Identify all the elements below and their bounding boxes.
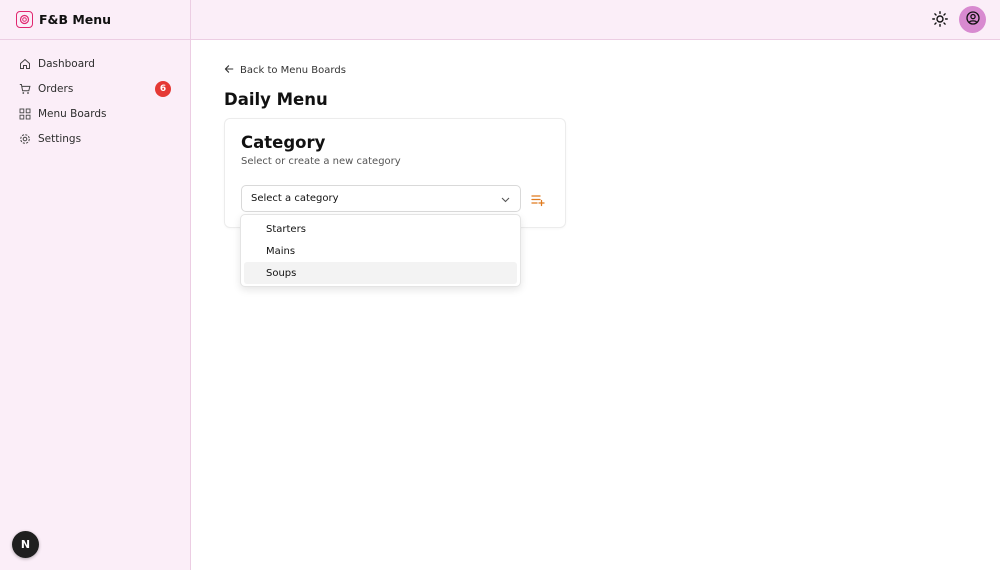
sidebar-item-label: Settings [38, 132, 82, 145]
dropdown-option-soups[interactable]: Soups [244, 262, 517, 284]
user-avatar-button[interactable] [959, 6, 986, 33]
sidebar-item-label: Menu Boards [38, 107, 107, 120]
sidebar-item-settings[interactable]: Settings [0, 126, 190, 151]
category-dropdown: Starters Mains Soups [240, 214, 521, 287]
sidebar: F&B Menu Dashboard Orders 6 Menu Boards [0, 0, 191, 570]
sidebar-item-dashboard[interactable]: Dashboard [0, 51, 190, 76]
card-subtitle: Select or create a new category [241, 156, 401, 167]
top-bar [191, 0, 1000, 40]
app-logo-icon [16, 11, 33, 28]
grid-icon [19, 108, 31, 120]
cart-icon [19, 83, 31, 95]
sidebar-item-orders[interactable]: Orders 6 [0, 76, 190, 101]
gear-icon [19, 133, 31, 145]
back-to-menu-boards-link[interactable]: Back to Menu Boards [224, 64, 346, 77]
orders-count-badge: 6 [155, 81, 171, 97]
category-card: Category Select or create a new category… [224, 118, 566, 228]
sun-icon[interactable] [931, 10, 949, 28]
dropdown-option-starters[interactable]: Starters [244, 218, 517, 240]
category-select-value: Select a category [251, 193, 339, 204]
dropdown-option-mains[interactable]: Mains [244, 240, 517, 262]
sidebar-item-menu-boards[interactable]: Menu Boards [0, 101, 190, 126]
dev-tools-button[interactable]: N [12, 531, 39, 558]
app-title: F&B Menu [39, 12, 112, 27]
sidebar-item-label: Orders [38, 82, 74, 95]
back-link-label: Back to Menu Boards [240, 65, 346, 76]
sidebar-nav: Dashboard Orders 6 Menu Boards Settings [0, 40, 190, 151]
add-category-icon[interactable] [531, 192, 545, 207]
chevron-down-icon [501, 195, 510, 206]
card-title: Category [241, 133, 326, 152]
sidebar-item-label: Dashboard [38, 57, 95, 70]
brand[interactable]: F&B Menu [0, 0, 190, 40]
user-circle-icon [965, 10, 980, 29]
category-select[interactable]: Select a category [241, 185, 521, 212]
arrow-left-icon [224, 64, 240, 77]
page-title: Daily Menu [224, 90, 328, 109]
home-icon [19, 58, 31, 70]
